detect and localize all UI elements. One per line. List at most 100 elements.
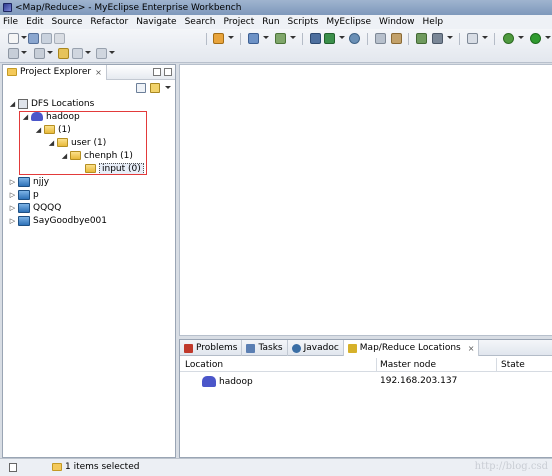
locations-table-header: Location Master node State — [180, 358, 552, 372]
open-resource-icon[interactable] — [391, 33, 402, 44]
menu-scripts[interactable]: Scripts — [288, 17, 319, 27]
problems-icon — [184, 343, 193, 353]
web-dropdown-icon[interactable] — [290, 36, 296, 39]
menu-bar: File Edit Source Refactor Navigate Searc… — [0, 15, 552, 29]
previous-annotation-dropdown-icon[interactable] — [47, 51, 53, 54]
tree-item-njjy[interactable]: ▷ njjy — [9, 175, 49, 188]
tree-item-chenph[interactable]: ◢ chenph (1) — [61, 149, 133, 162]
master-node-cell: 192.168.203.137 — [380, 376, 458, 386]
menu-project[interactable]: Project — [223, 17, 254, 27]
settings-icon[interactable] — [432, 33, 443, 44]
collapsed-twisty-icon[interactable]: ▷ — [9, 204, 16, 212]
database-icon[interactable] — [310, 33, 321, 44]
link-with-editor-icon[interactable] — [150, 83, 160, 93]
forward-icon[interactable] — [96, 48, 107, 59]
collapsed-twisty-icon[interactable]: ▷ — [9, 178, 16, 186]
console-icon[interactable] — [467, 33, 478, 44]
menu-file[interactable]: File — [3, 17, 18, 27]
expanded-twisty-icon[interactable]: ◢ — [9, 100, 16, 108]
fast-view-icon[interactable] — [9, 463, 17, 472]
tab-problems[interactable]: Problems — [180, 340, 243, 356]
explorer-toolbar — [3, 80, 175, 96]
maximize-icon[interactable] — [164, 68, 172, 76]
menu-window[interactable]: Window — [379, 17, 415, 27]
tree-item-hadoop[interactable]: ◢ hadoop — [22, 110, 80, 123]
editor-area[interactable] — [179, 64, 552, 336]
view-menu-icon[interactable] — [165, 86, 171, 89]
menu-run[interactable]: Run — [262, 17, 279, 27]
tab-label: Map/Reduce Locations — [359, 343, 461, 353]
save-all-icon[interactable] — [41, 33, 52, 44]
column-header-master-node[interactable]: Master node — [380, 360, 436, 370]
console-dropdown-icon[interactable] — [482, 36, 488, 39]
collapsed-twisty-icon[interactable]: ▷ — [9, 191, 16, 199]
tree-item-user[interactable]: ◢ user (1) — [48, 136, 106, 149]
menu-myeclipse[interactable]: MyEclipse — [326, 17, 371, 27]
minimize-icon[interactable] — [153, 68, 161, 76]
menu-refactor[interactable]: Refactor — [90, 17, 128, 27]
tab-project-explorer[interactable]: Project Explorer × — [3, 64, 107, 80]
tree-item-label: input (0) — [99, 162, 144, 175]
deploy-icon[interactable] — [213, 33, 224, 44]
run-config-icon[interactable] — [324, 33, 335, 44]
tree-item-input[interactable]: input (0) — [76, 162, 144, 175]
web-icon[interactable] — [275, 33, 286, 44]
next-annotation-icon[interactable] — [8, 48, 19, 59]
tab-javadoc[interactable]: Javadoc — [288, 340, 344, 356]
expanded-twisty-icon[interactable]: ◢ — [35, 126, 42, 134]
tree-item-root-folder[interactable]: ◢ (1) — [35, 123, 71, 136]
server-icon[interactable] — [248, 33, 259, 44]
forward-dropdown-icon[interactable] — [109, 51, 115, 54]
collapsed-twisty-icon[interactable]: ▷ — [9, 217, 16, 225]
back-dropdown-icon[interactable] — [85, 51, 91, 54]
server-dropdown-icon[interactable] — [263, 36, 269, 39]
new-icon[interactable] — [8, 33, 19, 44]
last-edit-icon[interactable] — [58, 48, 69, 59]
tab-map-reduce-locations[interactable]: Map/Reduce Locations × — [343, 340, 480, 356]
tree-item-qqqq[interactable]: ▷ QQQQ — [9, 201, 61, 214]
new-dropdown-icon[interactable] — [21, 36, 27, 39]
tree-item-dfs-locations[interactable]: ◢ DFS Locations — [9, 97, 94, 110]
expanded-twisty-icon[interactable]: ◢ — [61, 152, 68, 160]
save-icon[interactable] — [28, 33, 39, 44]
print-icon[interactable] — [54, 33, 65, 44]
folder-open-icon — [44, 125, 55, 134]
close-icon[interactable]: × — [95, 68, 102, 77]
debug-dropdown-icon[interactable] — [518, 36, 524, 39]
expanded-twisty-icon[interactable]: ◢ — [22, 113, 29, 121]
open-type-icon[interactable] — [375, 33, 386, 44]
folder-open-icon — [85, 164, 96, 173]
previous-annotation-icon[interactable] — [34, 48, 45, 59]
menu-search[interactable]: Search — [185, 17, 216, 27]
column-header-state[interactable]: State — [501, 360, 525, 370]
expanded-twisty-icon[interactable]: ◢ — [48, 139, 55, 147]
close-icon[interactable]: × — [468, 344, 475, 353]
globe-icon[interactable] — [349, 33, 360, 44]
run-dropdown-icon[interactable] — [545, 36, 551, 39]
menu-edit[interactable]: Edit — [26, 17, 43, 27]
table-icon[interactable] — [416, 33, 427, 44]
debug-icon[interactable] — [503, 33, 514, 44]
tab-label: Problems — [196, 343, 238, 353]
back-icon[interactable] — [72, 48, 83, 59]
elephant-icon — [202, 376, 216, 387]
run-icon[interactable] — [530, 33, 541, 44]
tree-item-saygoodbye001[interactable]: ▷ SayGoodbye001 — [9, 214, 107, 227]
deploy-dropdown-icon[interactable] — [228, 36, 234, 39]
menu-source[interactable]: Source — [52, 17, 83, 27]
tab-label: Javadoc — [303, 343, 339, 353]
collapse-all-icon[interactable] — [136, 83, 146, 93]
table-row[interactable]: hadoop 192.168.203.137 — [180, 373, 552, 389]
dfs-icon — [18, 98, 28, 109]
javadoc-icon — [291, 343, 301, 353]
settings-dropdown-icon[interactable] — [447, 36, 453, 39]
tree-item-label: QQQQ — [33, 202, 62, 213]
next-annotation-dropdown-icon[interactable] — [21, 51, 27, 54]
column-header-location[interactable]: Location — [185, 360, 223, 370]
run-config-dropdown-icon[interactable] — [339, 36, 345, 39]
menu-navigate[interactable]: Navigate — [136, 17, 176, 27]
mapreduce-icon — [347, 343, 357, 353]
tab-tasks[interactable]: Tasks — [242, 340, 288, 356]
menu-help[interactable]: Help — [423, 17, 444, 27]
tree-item-p[interactable]: ▷ p — [9, 188, 39, 201]
